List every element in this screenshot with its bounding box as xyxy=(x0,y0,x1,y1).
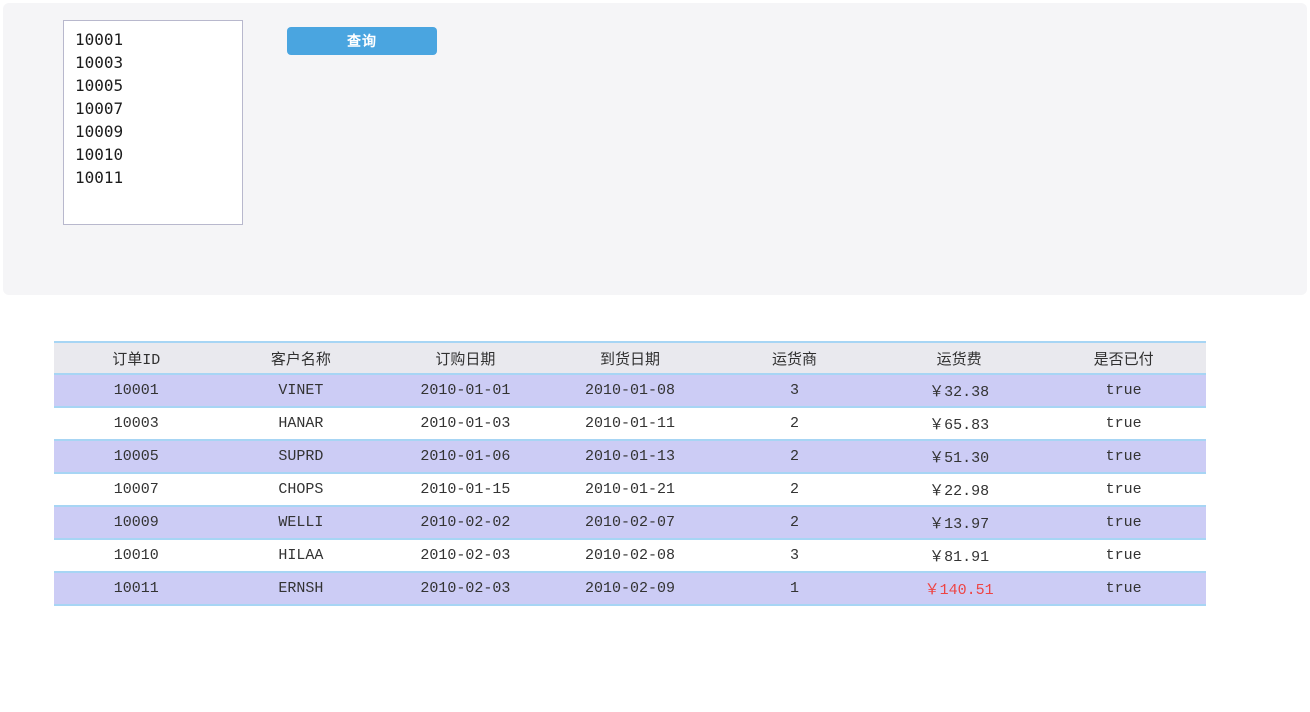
table-row: 10005 SUPRD 2010-01-06 2010-01-13 2 ￥51.… xyxy=(54,440,1206,473)
cell-freight-alert: ￥140.51 xyxy=(924,582,994,599)
cell-delivery-date: 2010-01-13 xyxy=(584,448,675,465)
cell-order-date: 2010-02-03 xyxy=(420,547,511,564)
cell-shipper: 2 xyxy=(790,448,800,465)
table-row: 10007 CHOPS 2010-01-15 2010-01-21 2 ￥22.… xyxy=(54,473,1206,506)
cell-freight: ￥65.83 xyxy=(929,417,990,434)
cell-order-date: 2010-01-01 xyxy=(420,382,511,399)
cell-order-id: 10009 xyxy=(113,514,159,531)
query-button[interactable]: 查询 xyxy=(287,27,437,55)
cell-order-date: 2010-02-02 xyxy=(420,514,511,531)
order-id-listbox[interactable]: 10001 10003 10005 10007 10009 10010 1001… xyxy=(63,20,243,225)
cell-order-date: 2010-01-03 xyxy=(420,415,511,432)
cell-customer: SUPRD xyxy=(278,448,324,465)
column-header-order-date: 订购日期 xyxy=(435,351,496,369)
cell-customer: WELLI xyxy=(278,514,324,531)
cell-order-id: 10011 xyxy=(113,580,159,597)
cell-paid: true xyxy=(1105,580,1142,597)
table-row: 10003 HANAR 2010-01-03 2010-01-11 2 ￥65.… xyxy=(54,407,1206,440)
cell-shipper: 2 xyxy=(790,415,800,432)
cell-paid: true xyxy=(1105,415,1142,432)
cell-customer: HANAR xyxy=(278,415,324,432)
table-header-row: 订单ID 客户名称 订购日期 到货日期 运货商 运货费 是否已付 xyxy=(54,342,1206,374)
cell-customer: CHOPS xyxy=(278,481,324,498)
cell-order-date: 2010-01-06 xyxy=(420,448,511,465)
query-panel: 10001 10003 10005 10007 10009 10010 1001… xyxy=(3,3,1307,295)
cell-delivery-date: 2010-01-08 xyxy=(584,382,675,399)
cell-freight: ￥32.38 xyxy=(929,384,990,401)
cell-shipper: 2 xyxy=(790,514,800,531)
cell-delivery-date: 2010-02-08 xyxy=(584,547,675,564)
listbox-option[interactable]: 10007 xyxy=(75,97,242,120)
table-row: 10009 WELLI 2010-02-02 2010-02-07 2 ￥13.… xyxy=(54,506,1206,539)
cell-freight: ￥22.98 xyxy=(929,483,990,500)
cell-shipper: 3 xyxy=(790,382,800,399)
cell-customer: VINET xyxy=(278,382,324,399)
listbox-option[interactable]: 10005 xyxy=(75,74,242,97)
orders-table: 订单ID 客户名称 订购日期 到货日期 运货商 运货费 是否已付 10001 V… xyxy=(54,341,1206,606)
cell-order-id: 10003 xyxy=(113,415,159,432)
cell-order-id: 10007 xyxy=(113,481,159,498)
column-header-shipper: 运货商 xyxy=(772,351,818,369)
cell-delivery-date: 2010-01-11 xyxy=(584,415,675,432)
cell-delivery-date: 2010-02-07 xyxy=(584,514,675,531)
cell-customer: ERNSH xyxy=(278,580,324,597)
cell-customer: HILAA xyxy=(278,547,324,564)
cell-order-id: 10001 xyxy=(113,382,159,399)
column-header-paid: 是否已付 xyxy=(1093,351,1154,369)
table-row: 10010 HILAA 2010-02-03 2010-02-08 3 ￥81.… xyxy=(54,539,1206,572)
cell-freight: ￥13.97 xyxy=(929,516,990,533)
listbox-option[interactable]: 10003 xyxy=(75,51,242,74)
cell-order-date: 2010-01-15 xyxy=(420,481,511,498)
cell-freight: ￥81.91 xyxy=(929,549,990,566)
cell-order-id: 10005 xyxy=(113,448,159,465)
cell-order-date: 2010-02-03 xyxy=(420,580,511,597)
cell-delivery-date: 2010-02-09 xyxy=(584,580,675,597)
listbox-option[interactable]: 10011 xyxy=(75,166,242,189)
cell-shipper: 1 xyxy=(790,580,800,597)
listbox-option[interactable]: 10010 xyxy=(75,143,242,166)
column-header-customer: 客户名称 xyxy=(270,351,331,369)
cell-paid: true xyxy=(1105,481,1142,498)
listbox-option[interactable]: 10009 xyxy=(75,120,242,143)
cell-shipper: 3 xyxy=(790,547,800,564)
cell-paid: true xyxy=(1105,448,1142,465)
listbox-option[interactable]: 10001 xyxy=(75,28,242,51)
cell-paid: true xyxy=(1105,547,1142,564)
cell-shipper: 2 xyxy=(790,481,800,498)
cell-delivery-date: 2010-01-21 xyxy=(584,481,675,498)
cell-paid: true xyxy=(1105,382,1142,399)
cell-freight: ￥51.30 xyxy=(929,450,990,467)
table-row: 10011 ERNSH 2010-02-03 2010-02-09 1 ￥140… xyxy=(54,572,1206,605)
column-header-delivery-date: 到货日期 xyxy=(599,351,660,369)
column-header-order-id: 订单ID xyxy=(112,351,161,369)
column-header-freight: 运货费 xyxy=(936,351,982,369)
cell-order-id: 10010 xyxy=(113,547,159,564)
cell-paid: true xyxy=(1105,514,1142,531)
table-row: 10001 VINET 2010-01-01 2010-01-08 3 ￥32.… xyxy=(54,374,1206,407)
